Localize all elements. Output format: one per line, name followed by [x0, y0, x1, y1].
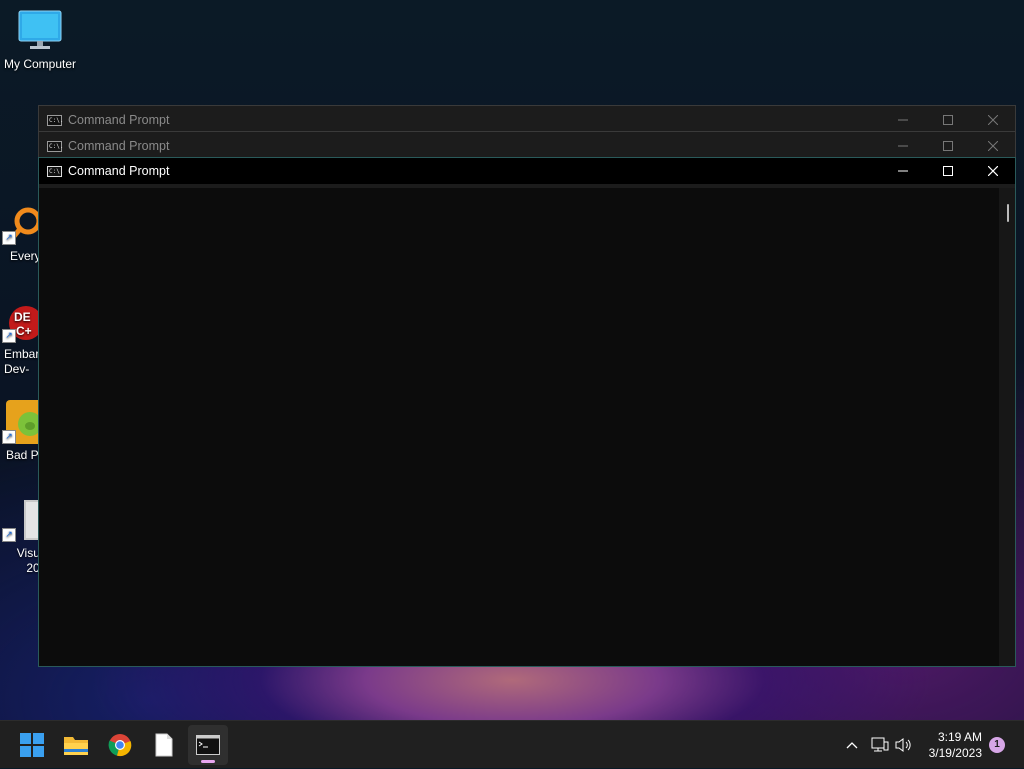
close-button[interactable]: [970, 133, 1015, 159]
window-titlebar[interactable]: C:\. Command Prompt: [39, 158, 1015, 184]
shortcut-arrow-icon: ↗: [2, 430, 16, 444]
clock[interactable]: 3:19 AM 3/19/2023: [929, 729, 982, 761]
minimize-icon: [897, 145, 908, 147]
window-titlebar[interactable]: C:\. Command Prompt: [39, 107, 1015, 133]
close-icon: [987, 166, 998, 176]
command-prompt-icon: [196, 735, 220, 755]
close-button[interactable]: [970, 158, 1015, 184]
minimize-button[interactable]: [880, 107, 925, 133]
desktop-icon-label: My Computer: [3, 57, 77, 71]
notepad-button[interactable]: [144, 725, 184, 765]
notification-badge[interactable]: 1: [989, 737, 1005, 753]
shortcut-arrow-icon: ↗: [2, 528, 16, 542]
windows-start-icon: [20, 733, 44, 757]
command-prompt-icon: C:\.: [47, 114, 64, 126]
start-button[interactable]: [12, 725, 52, 765]
window-title: Command Prompt: [68, 139, 170, 153]
command-prompt-icon: C:\.: [47, 165, 64, 177]
volume-button[interactable]: [892, 721, 916, 769]
vertical-scrollbar[interactable]: [999, 188, 1015, 666]
close-button[interactable]: [970, 107, 1015, 133]
notepad-icon: [155, 733, 173, 757]
chrome-button[interactable]: [100, 725, 140, 765]
window-title: Command Prompt: [68, 164, 170, 178]
clock-time: 3:19 AM: [937, 730, 982, 744]
window-title: Command Prompt: [68, 113, 170, 127]
chrome-icon: [108, 734, 132, 757]
maximize-icon: [942, 115, 953, 125]
scrollbar-thumb[interactable]: [1007, 204, 1009, 222]
maximize-button[interactable]: [925, 107, 970, 133]
svg-text:DE: DE: [14, 310, 31, 324]
shortcut-arrow-icon: ↗: [2, 231, 16, 245]
minimize-icon: [897, 170, 908, 172]
file-explorer-icon: [64, 737, 88, 755]
file-explorer-button[interactable]: [56, 725, 96, 765]
maximize-icon: [942, 166, 953, 176]
chevron-up-icon: [846, 742, 858, 749]
close-icon: [987, 141, 998, 151]
active-app-indicator: [201, 760, 215, 763]
command-prompt-icon: C:\.: [47, 140, 64, 152]
maximize-button[interactable]: [925, 158, 970, 184]
console-output-area[interactable]: [39, 188, 1015, 666]
network-icon: [871, 737, 889, 752]
desktop-icon-my-computer[interactable]: My Computer: [0, 10, 80, 72]
svg-text:C+: C+: [16, 324, 32, 338]
monitor-icon: [18, 10, 62, 49]
minimize-button[interactable]: [880, 133, 925, 159]
minimize-button[interactable]: [880, 158, 925, 184]
minimize-icon: [897, 119, 908, 121]
command-prompt-taskbar-button[interactable]: [188, 725, 228, 765]
command-prompt-window-active[interactable]: C:\. Command Prompt: [38, 157, 1016, 667]
close-icon: [987, 115, 998, 125]
window-titlebar[interactable]: C:\. Command Prompt: [39, 133, 1015, 159]
maximize-button[interactable]: [925, 133, 970, 159]
maximize-icon: [942, 141, 953, 151]
network-button[interactable]: [868, 721, 892, 769]
speaker-icon: [895, 738, 911, 752]
show-hidden-icons-button[interactable]: [840, 721, 864, 769]
shortcut-arrow-icon: ↗: [2, 329, 16, 343]
taskbar: 3:19 AM 3/19/2023 1: [0, 720, 1024, 768]
clock-date: 3/19/2023: [928, 746, 982, 760]
